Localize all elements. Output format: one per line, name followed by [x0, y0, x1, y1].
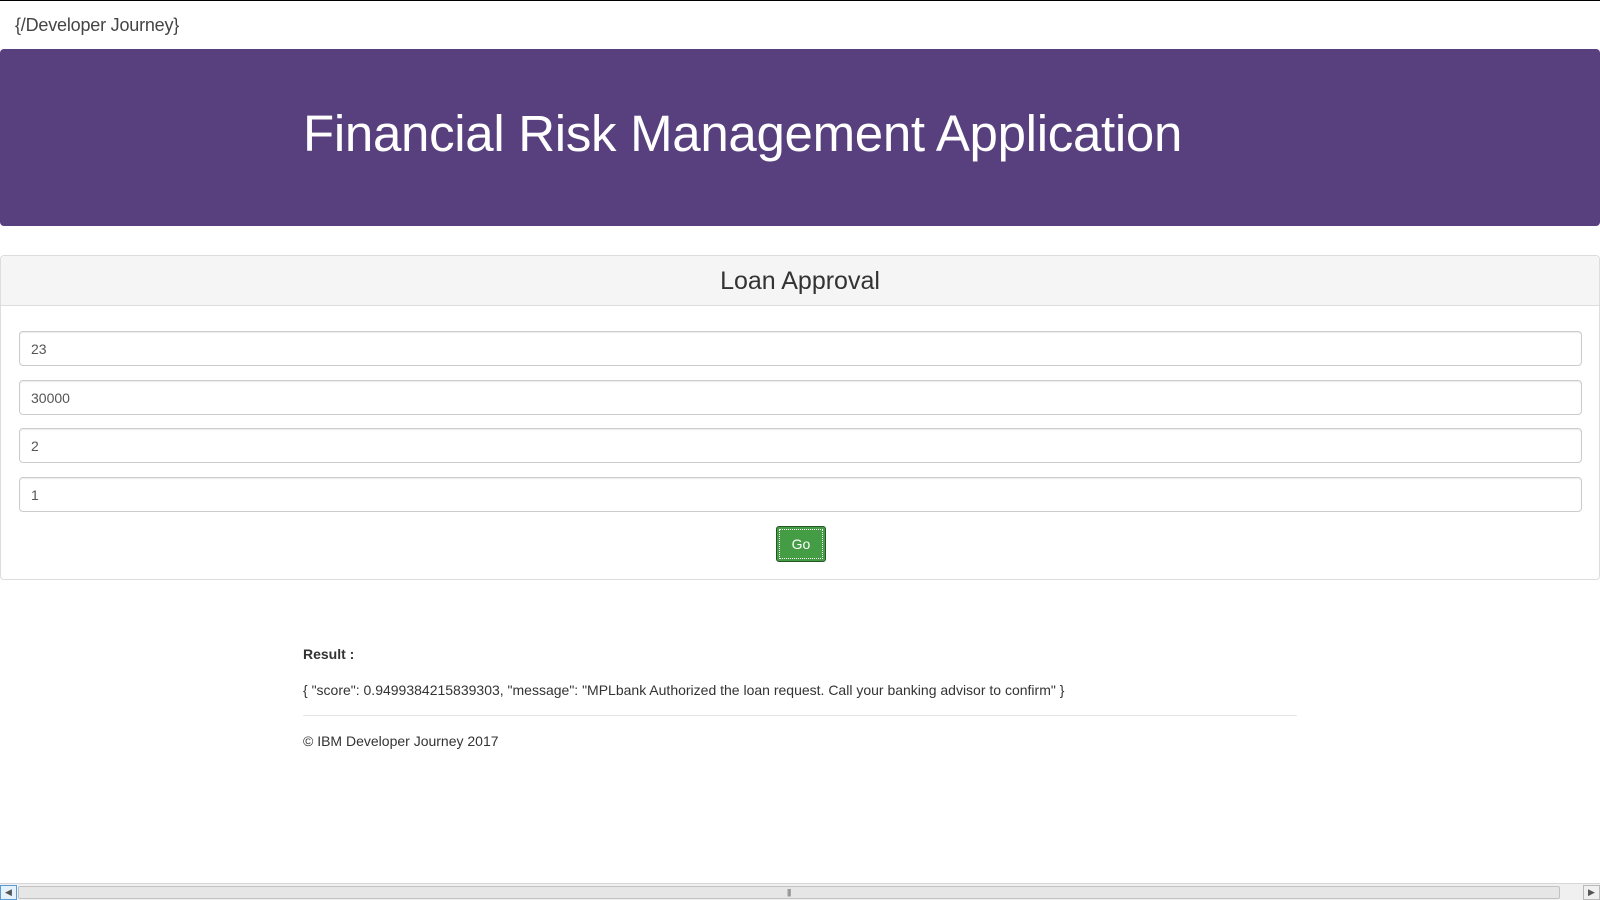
loan-approval-panel: Loan Approval Go [0, 255, 1600, 580]
horizontal-scrollbar[interactable]: ◀ ||| ▶ [0, 883, 1600, 900]
panel-title: Loan Approval [720, 267, 880, 295]
footer-copyright: © IBM Developer Journey 2017 [303, 733, 499, 749]
scroll-grip-icon: ||| [787, 888, 791, 897]
result-label: Result : [303, 646, 355, 662]
loan-input-2[interactable] [19, 380, 1582, 415]
page-title: Financial Risk Management Application [303, 105, 1183, 162]
scroll-thumb[interactable]: ||| [18, 886, 1560, 899]
loan-input-4[interactable] [19, 477, 1582, 512]
panel-heading: Loan Approval [1, 256, 1599, 306]
brand-link[interactable]: {/Developer Journey} [15, 15, 179, 36]
footer-divider [303, 715, 1297, 716]
scroll-right-arrow-icon[interactable]: ▶ [1583, 885, 1600, 900]
result-text: { "score": 0.9499384215839303, "message"… [303, 682, 1065, 698]
go-button[interactable]: Go [776, 526, 826, 562]
loan-input-1[interactable] [19, 331, 1582, 366]
scroll-left-arrow-icon[interactable]: ◀ [0, 885, 17, 900]
loan-input-3[interactable] [19, 428, 1582, 463]
jumbotron-banner: Financial Risk Management Application [0, 49, 1600, 226]
navbar: {/Developer Journey} [0, 1, 1600, 49]
